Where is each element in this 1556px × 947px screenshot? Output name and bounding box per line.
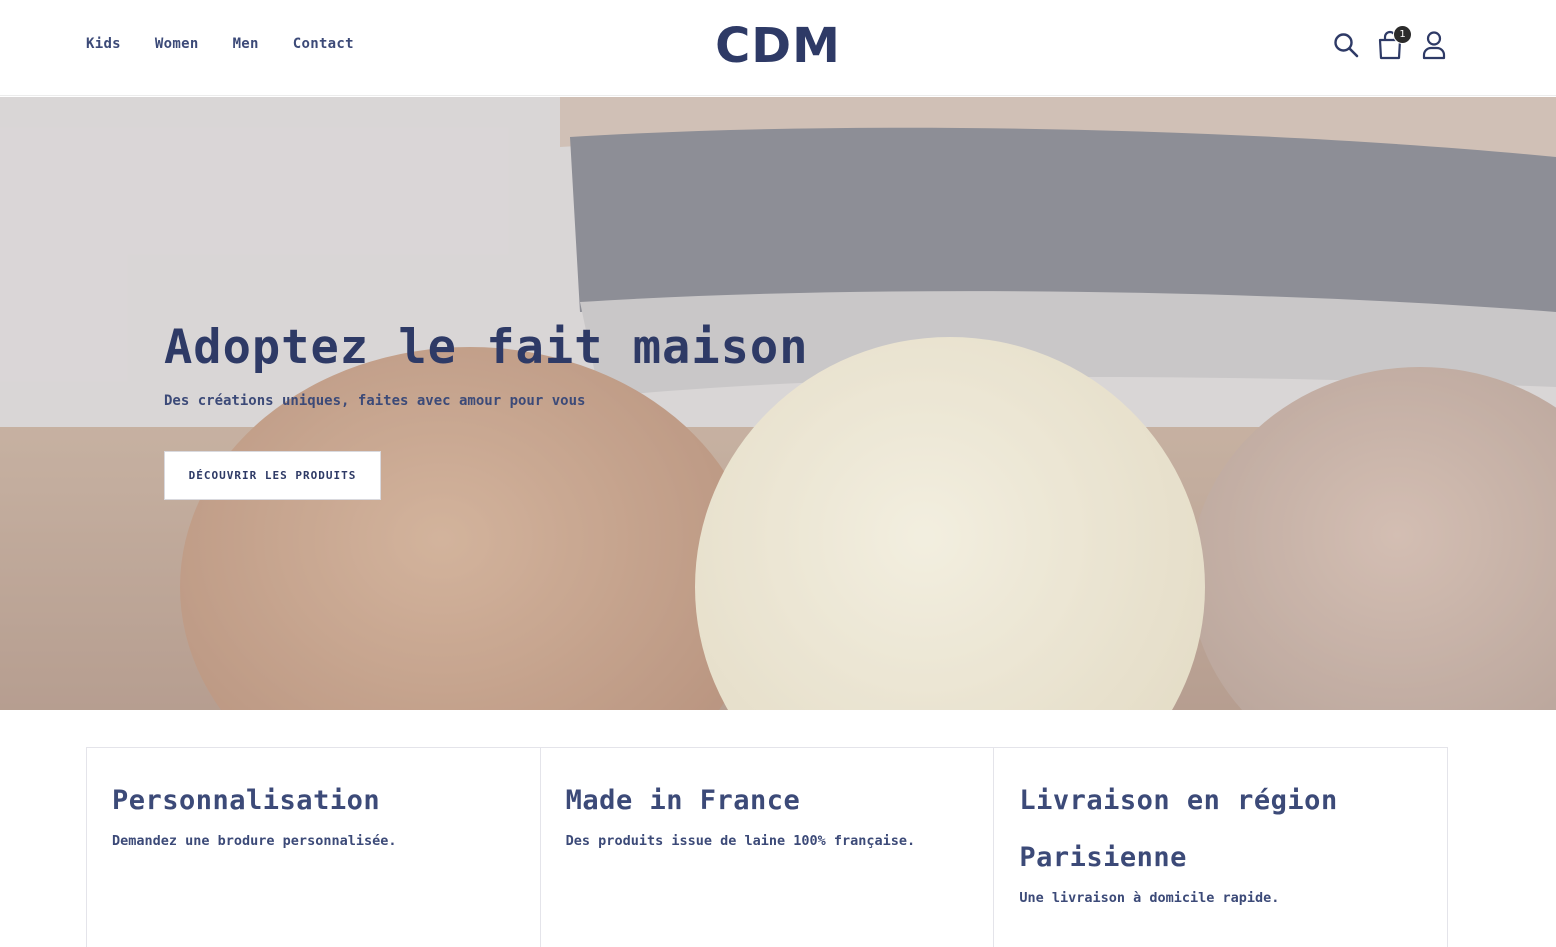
cart-count-badge: 1 <box>1393 25 1412 44</box>
hero-content: Adoptez le fait maison Des créations uni… <box>164 319 809 500</box>
feature-card: Made in France Des produits issue de lai… <box>541 748 995 947</box>
site-header: Kids Women Men Contact CDM 1 <box>0 0 1556 96</box>
site-logo[interactable]: CDM <box>715 18 841 74</box>
search-button[interactable] <box>1332 28 1360 62</box>
feature-title: Livraison en région Parisienne <box>1019 785 1338 873</box>
feature-title: Personnalisation <box>112 785 381 816</box>
feature-text: Une livraison à domicile rapide. <box>1019 890 1280 906</box>
feature-text: Des produits issue de laine 100% françai… <box>565 833 916 849</box>
feature-card: Livraison en région Parisienne Une livra… <box>994 748 1449 947</box>
account-icon <box>1422 31 1446 60</box>
discover-products-button[interactable]: DÉCOUVRIR LES PRODUITS <box>164 451 381 500</box>
hero-banner: Adoptez le fait maison Des créations uni… <box>0 97 1556 710</box>
hero-title: Adoptez le fait maison <box>164 320 809 375</box>
account-button[interactable] <box>1420 28 1448 62</box>
nav-link-men[interactable]: Men <box>233 36 259 52</box>
nav-link-women[interactable]: Women <box>155 36 199 52</box>
feature-title: Made in France <box>565 785 801 816</box>
feature-text: Demandez une brodure personnalisée. <box>112 833 397 849</box>
features-row: Personnalisation Demandez une brodure pe… <box>86 747 1449 947</box>
nav-link-kids[interactable]: Kids <box>86 36 121 52</box>
header-actions: 1 <box>1332 25 1448 62</box>
search-icon <box>1334 33 1359 58</box>
feature-card: Personnalisation Demandez une brodure pe… <box>87 748 541 947</box>
hero-subtitle: Des créations uniques, faites avec amour… <box>164 393 586 409</box>
main-nav: Kids Women Men Contact <box>86 36 354 52</box>
nav-link-contact[interactable]: Contact <box>293 36 354 52</box>
cart-button[interactable]: 1 <box>1376 25 1412 62</box>
